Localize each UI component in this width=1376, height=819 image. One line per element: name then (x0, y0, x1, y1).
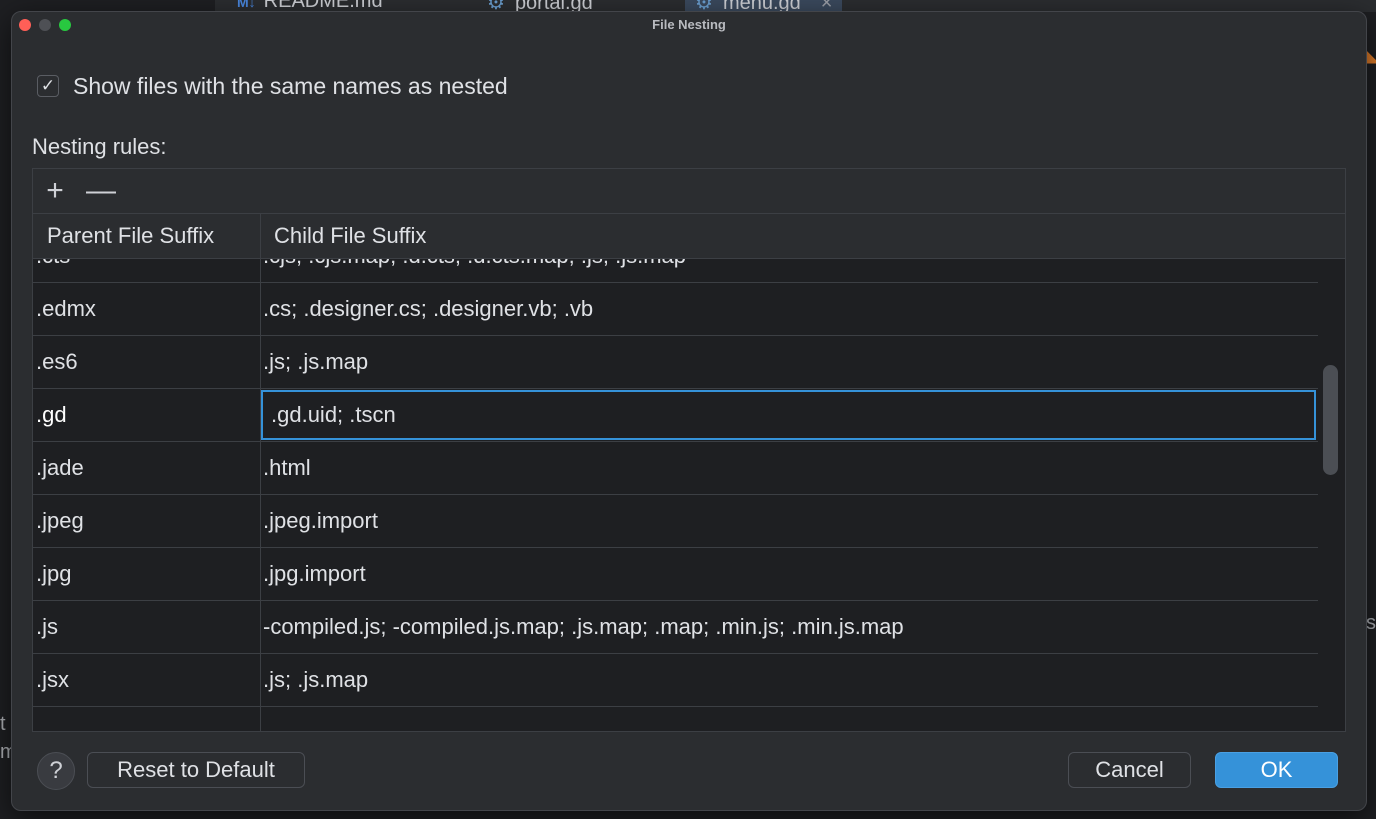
minus-icon: — (86, 174, 116, 207)
table-body: .cts .cjs; .cjs.map; .d.cts; .d.cts.map;… (33, 259, 1318, 731)
parent-suffix-cell[interactable]: .es6 (36, 336, 258, 388)
table-header: Parent File Suffix Child File Suffix (33, 214, 1345, 259)
add-rule-button[interactable]: + (37, 173, 73, 209)
parent-suffix-cell[interactable]: . (36, 707, 258, 731)
child-suffix-cell[interactable] (263, 707, 1318, 731)
child-suffix-header[interactable]: Child File Suffix (274, 214, 426, 258)
child-suffix-cell[interactable]: .jpeg.import (263, 495, 1318, 547)
column-divider (260, 601, 261, 653)
child-suffix-cell[interactable]: .cs; .designer.cs; .designer.vb; .vb (263, 283, 1318, 335)
background-side-text: s (1366, 612, 1376, 634)
file-nesting-dialog: File Nesting ✓ Show files with the same … (11, 11, 1367, 811)
table-row[interactable]: .edmx .cs; .designer.cs; .designer.vb; .… (33, 283, 1318, 336)
parent-suffix-cell[interactable]: .gd (36, 389, 258, 441)
table-row[interactable]: .cts .cjs; .cjs.map; .d.cts; .d.cts.map;… (33, 259, 1318, 283)
title-bar: File Nesting (12, 12, 1366, 38)
show-same-names-label[interactable]: Show files with the same names as nested (73, 73, 508, 100)
parent-suffix-cell[interactable]: .jade (36, 442, 258, 494)
column-divider (260, 654, 261, 706)
column-divider (260, 442, 261, 494)
parent-suffix-cell[interactable]: .jpg (36, 548, 258, 600)
table-toolbar: + — (33, 169, 1345, 214)
child-suffix-cell[interactable]: .html (263, 442, 1318, 494)
child-suffix-editor[interactable]: .gd.uid; .tscn (261, 390, 1316, 440)
child-suffix-cell[interactable]: .jpg.import (263, 548, 1318, 600)
table-row[interactable]: .jpg .jpg.import (33, 548, 1318, 601)
column-divider (260, 707, 261, 731)
show-same-names-option[interactable]: ✓ Show files with the same names as nest… (37, 72, 508, 100)
scrollbar-thumb[interactable] (1323, 365, 1338, 475)
question-icon: ? (49, 757, 63, 784)
reset-to-default-button[interactable]: Reset to Default (87, 752, 305, 788)
child-suffix-cell[interactable]: -compiled.js; -compiled.js.map; .js.map;… (263, 601, 1318, 653)
parent-suffix-cell[interactable]: .jpeg (36, 495, 258, 547)
table-row[interactable]: .jade .html (33, 442, 1318, 495)
column-divider (260, 283, 261, 335)
show-same-names-checkbox[interactable]: ✓ (37, 75, 59, 97)
column-divider (260, 495, 261, 547)
checkmark-icon: ✓ (40, 76, 56, 95)
table-row[interactable]: .es6 .js; .js.map (33, 336, 1318, 389)
table-row[interactable]: . (33, 707, 1318, 731)
parent-suffix-cell[interactable]: .js (36, 601, 258, 653)
child-suffix-cell[interactable]: .js; .js.map (263, 654, 1318, 706)
dialog-title: File Nesting (652, 17, 726, 32)
dialog-footer: ? Reset to Default Cancel OK (12, 730, 1366, 810)
column-divider (260, 336, 261, 388)
column-divider[interactable] (260, 214, 261, 258)
plus-icon: + (46, 174, 64, 207)
column-divider (260, 259, 261, 282)
remove-rule-button[interactable]: — (83, 173, 119, 209)
cancel-button[interactable]: Cancel (1068, 752, 1191, 788)
ok-button[interactable]: OK (1215, 752, 1338, 788)
table-row[interactable]: .js -compiled.js; -compiled.js.map; .js.… (33, 601, 1318, 654)
parent-suffix-cell[interactable]: .jsx (36, 654, 258, 706)
scrollbar-track[interactable] (1319, 259, 1345, 731)
child-suffix-cell[interactable]: .cjs; .cjs.map; .d.cts; .d.cts.map; .js;… (263, 259, 1318, 282)
column-divider (260, 548, 261, 600)
table-row[interactable]: .jsx .js; .js.map (33, 654, 1318, 707)
child-suffix-cell[interactable]: .js; .js.map (263, 336, 1318, 388)
markdown-icon: M↓ (237, 0, 256, 10)
table-row[interactable]: .jpeg .jpeg.import (33, 495, 1318, 548)
parent-suffix-cell[interactable]: .cts (36, 259, 258, 282)
nesting-rules-label: Nesting rules: (32, 134, 167, 159)
parent-suffix-cell[interactable]: .edmx (36, 283, 258, 335)
nesting-rules-table: + — Parent File Suffix Child File Suffix… (32, 168, 1346, 732)
table-row-selected[interactable]: .gd .gd.uid; .tscn (33, 389, 1318, 442)
parent-suffix-header[interactable]: Parent File Suffix (47, 214, 214, 258)
help-button[interactable]: ? (37, 752, 75, 790)
